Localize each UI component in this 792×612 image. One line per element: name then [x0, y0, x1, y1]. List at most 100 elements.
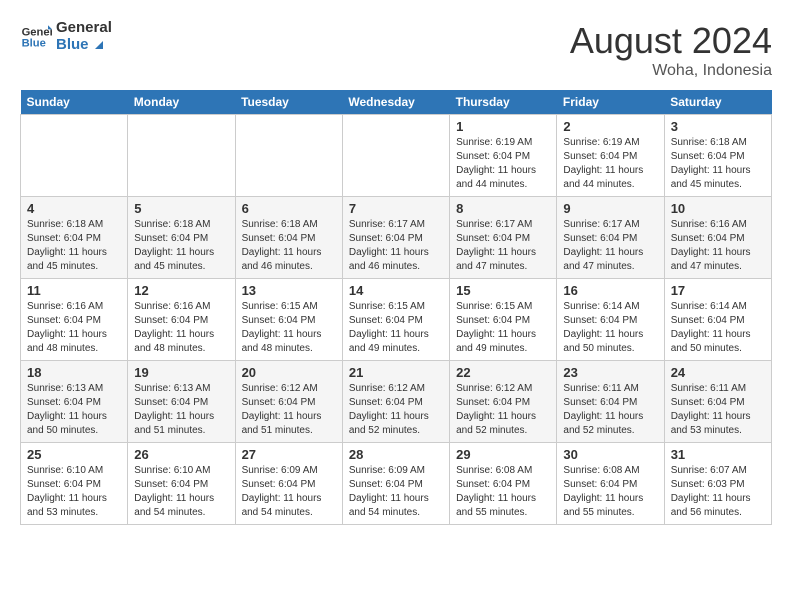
day-info: Sunrise: 6:18 AM Sunset: 6:04 PM Dayligh… — [671, 136, 765, 192]
calendar-cell: 20Sunrise: 6:12 AM Sunset: 6:04 PM Dayli… — [235, 361, 342, 443]
day-number: 25 — [27, 447, 121, 462]
day-info: Sunrise: 6:12 AM Sunset: 6:04 PM Dayligh… — [242, 382, 336, 438]
calendar-cell — [128, 115, 235, 197]
logo-line1: General — [56, 20, 112, 37]
day-number: 16 — [563, 283, 657, 298]
day-number: 23 — [563, 365, 657, 380]
day-number: 6 — [242, 201, 336, 216]
calendar-cell: 16 Sunrise: 6:14 AM Sunset: 6:04 PM Dayli… — [557, 279, 664, 361]
calendar-cell: 2 Sunrise: 6:19 AM Sunset: 6:04 PM Daylig… — [557, 115, 664, 197]
day-number: 7 — [349, 201, 443, 216]
calendar-cell: 24 Sunrise: 6:11 AM Sunset: 6:04 PM Dayli… — [664, 361, 771, 443]
calendar-table: SundayMondayTuesdayWednesdayThursdayFrid… — [20, 90, 772, 525]
day-info: Sunrise: 6:17 AM Sunset: 6:04 PM Dayligh… — [456, 218, 550, 274]
day-number: 21 — [349, 365, 443, 380]
calendar-week-row: 11 Sunrise: 6:16 AM Sunset: 6:04 PM Dayli… — [21, 279, 772, 361]
day-number: 30 — [563, 447, 657, 462]
calendar-cell: 18 Sunrise: 6:13 AM Sunset: 6:04 PM Dayli… — [21, 361, 128, 443]
day-info: Sunrise: 6:17 AM Sunset: 6:04 PM Dayligh… — [349, 218, 443, 274]
day-info: Sunrise: 6:18 AM Sunset: 6:04 PM Dayligh… — [134, 218, 228, 274]
day-info: Sunrise: 6:15 AM Sunset: 6:04 PM Dayligh… — [242, 300, 336, 356]
day-number: 15 — [456, 283, 550, 298]
day-number: 11 — [27, 283, 121, 298]
page-header: General Blue General Blue August 2024 Wo… — [20, 20, 772, 80]
calendar-cell: 11 Sunrise: 6:16 AM Sunset: 6:04 PM Dayli… — [21, 279, 128, 361]
svg-text:General: General — [22, 26, 52, 38]
calendar-cell: 7 Sunrise: 6:17 AM Sunset: 6:04 PM Daylig… — [342, 197, 449, 279]
weekday-header: Monday — [128, 90, 235, 115]
calendar-cell: 19 Sunrise: 6:13 AM Sunset: 6:04 PM Dayli… — [128, 361, 235, 443]
calendar-cell: 30Sunrise: 6:08 AM Sunset: 6:04 PM Dayli… — [557, 443, 664, 525]
day-number: 18 — [27, 365, 121, 380]
calendar-cell: 28 Sunrise: 6:09 AM Sunset: 6:04 PM Dayli… — [342, 443, 449, 525]
calendar-cell: 10 Sunrise: 6:16 AM Sunset: 6:04 PM Dayli… — [664, 197, 771, 279]
day-info: Sunrise: 6:09 AM Sunset: 6:04 PM Dayligh… — [349, 464, 443, 520]
calendar-cell: 13 Sunrise: 6:15 AM Sunset: 6:04 PM Dayli… — [235, 279, 342, 361]
day-info: Sunrise: 6:14 AM Sunset: 6:04 PM Dayligh… — [671, 300, 765, 356]
title-area: August 2024 Woha, Indonesia — [570, 20, 772, 80]
calendar-week-row: 4 Sunrise: 6:18 AM Sunset: 6:04 PM Daylig… — [21, 197, 772, 279]
day-number: 10 — [671, 201, 765, 216]
calendar-cell: 1 Sunrise: 6:19 AM Sunset: 6:04 PM Daylig… — [450, 115, 557, 197]
day-number: 8 — [456, 201, 550, 216]
calendar-cell: 3 Sunrise: 6:18 AM Sunset: 6:04 PM Daylig… — [664, 115, 771, 197]
day-number: 27 — [242, 447, 336, 462]
calendar-cell: 27Sunrise: 6:09 AM Sunset: 6:04 PM Dayli… — [235, 443, 342, 525]
day-info: Sunrise: 6:16 AM Sunset: 6:04 PM Dayligh… — [671, 218, 765, 274]
logo: General Blue General Blue — [20, 20, 112, 53]
day-info: Sunrise: 6:19 AM Sunset: 6:04 PM Dayligh… — [456, 136, 550, 192]
day-number: 3 — [671, 119, 765, 134]
day-info: Sunrise: 6:19 AM Sunset: 6:04 PM Dayligh… — [563, 136, 657, 192]
day-info: Sunrise: 6:07 AM Sunset: 6:03 PM Dayligh… — [671, 464, 765, 520]
day-info: Sunrise: 6:13 AM Sunset: 6:04 PM Dayligh… — [27, 382, 121, 438]
day-number: 1 — [456, 119, 550, 134]
logo-line2: Blue — [56, 37, 112, 54]
calendar-cell: 5 Sunrise: 6:18 AM Sunset: 6:04 PM Daylig… — [128, 197, 235, 279]
weekday-header: Tuesday — [235, 90, 342, 115]
day-info: Sunrise: 6:16 AM Sunset: 6:04 PM Dayligh… — [134, 300, 228, 356]
day-info: Sunrise: 6:08 AM Sunset: 6:04 PM Dayligh… — [456, 464, 550, 520]
calendar-cell — [235, 115, 342, 197]
day-number: 24 — [671, 365, 765, 380]
day-number: 4 — [27, 201, 121, 216]
calendar-cell: 21 Sunrise: 6:12 AM Sunset: 6:04 PM Dayli… — [342, 361, 449, 443]
calendar-cell: 25 Sunrise: 6:10 AM Sunset: 6:04 PM Dayli… — [21, 443, 128, 525]
calendar-cell: 22Sunrise: 6:12 AM Sunset: 6:04 PM Dayli… — [450, 361, 557, 443]
day-info: Sunrise: 6:10 AM Sunset: 6:04 PM Dayligh… — [27, 464, 121, 520]
calendar-week-row: 25 Sunrise: 6:10 AM Sunset: 6:04 PM Dayli… — [21, 443, 772, 525]
day-number: 26 — [134, 447, 228, 462]
day-info: Sunrise: 6:13 AM Sunset: 6:04 PM Dayligh… — [134, 382, 228, 438]
calendar-cell — [21, 115, 128, 197]
day-number: 2 — [563, 119, 657, 134]
calendar-cell: 9Sunrise: 6:17 AM Sunset: 6:04 PM Daylig… — [557, 197, 664, 279]
day-info: Sunrise: 6:12 AM Sunset: 6:04 PM Dayligh… — [456, 382, 550, 438]
day-info: Sunrise: 6:12 AM Sunset: 6:04 PM Dayligh… — [349, 382, 443, 438]
calendar-week-row: 1 Sunrise: 6:19 AM Sunset: 6:04 PM Daylig… — [21, 115, 772, 197]
day-info: Sunrise: 6:15 AM Sunset: 6:04 PM Dayligh… — [456, 300, 550, 356]
calendar-cell: 31 Sunrise: 6:07 AM Sunset: 6:03 PM Dayli… — [664, 443, 771, 525]
day-info: Sunrise: 6:18 AM Sunset: 6:04 PM Dayligh… — [27, 218, 121, 274]
day-number: 29 — [456, 447, 550, 462]
day-number: 12 — [134, 283, 228, 298]
logo-icon: General Blue — [20, 21, 52, 53]
day-number: 28 — [349, 447, 443, 462]
day-number: 13 — [242, 283, 336, 298]
calendar-cell: 6Sunrise: 6:18 AM Sunset: 6:04 PM Daylig… — [235, 197, 342, 279]
calendar-cell: 29 Sunrise: 6:08 AM Sunset: 6:04 PM Dayli… — [450, 443, 557, 525]
day-info: Sunrise: 6:11 AM Sunset: 6:04 PM Dayligh… — [671, 382, 765, 438]
day-info: Sunrise: 6:16 AM Sunset: 6:04 PM Dayligh… — [27, 300, 121, 356]
day-info: Sunrise: 6:11 AM Sunset: 6:04 PM Dayligh… — [563, 382, 657, 438]
day-info: Sunrise: 6:10 AM Sunset: 6:04 PM Dayligh… — [134, 464, 228, 520]
day-number: 14 — [349, 283, 443, 298]
calendar-cell: 12 Sunrise: 6:16 AM Sunset: 6:04 PM Dayli… — [128, 279, 235, 361]
day-number: 9 — [563, 201, 657, 216]
calendar-cell: 23 Sunrise: 6:11 AM Sunset: 6:04 PM Dayli… — [557, 361, 664, 443]
weekday-header: Thursday — [450, 90, 557, 115]
day-number: 31 — [671, 447, 765, 462]
day-info: Sunrise: 6:14 AM Sunset: 6:04 PM Dayligh… — [563, 300, 657, 356]
svg-text:Blue: Blue — [22, 37, 46, 49]
day-number: 19 — [134, 365, 228, 380]
day-number: 5 — [134, 201, 228, 216]
calendar-cell: 17Sunrise: 6:14 AM Sunset: 6:04 PM Dayli… — [664, 279, 771, 361]
weekday-header-row: SundayMondayTuesdayWednesdayThursdayFrid… — [21, 90, 772, 115]
